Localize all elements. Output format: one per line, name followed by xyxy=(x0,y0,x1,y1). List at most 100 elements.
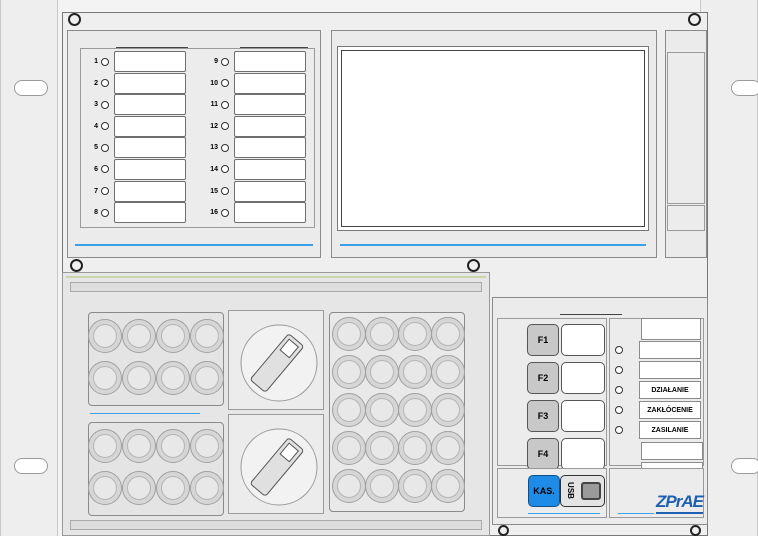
led-number: 16 xyxy=(210,209,218,217)
screw-icon xyxy=(467,259,480,272)
mounting-slot xyxy=(14,80,48,96)
led-icon xyxy=(101,100,109,109)
led-icon xyxy=(101,79,109,88)
rotary-switch-icon xyxy=(240,324,318,402)
led-label-strip xyxy=(114,72,186,94)
top-rail xyxy=(70,282,482,292)
led-number: 1 xyxy=(94,58,98,65)
led-icon xyxy=(101,208,109,217)
led-icon xyxy=(221,143,229,152)
led-number: 9 xyxy=(214,58,218,65)
status-label: ZASILANIE xyxy=(639,421,701,439)
led-label-strip xyxy=(114,51,186,72)
led-number: 3 xyxy=(94,101,98,109)
led-number: 2 xyxy=(94,79,98,87)
status-led-icon xyxy=(615,426,623,434)
side-panel-window xyxy=(667,52,705,204)
led-row: 6 xyxy=(84,158,188,180)
status-label: DZIAŁANIE xyxy=(639,381,701,399)
function-keys: F1 F2 F3 F4 xyxy=(527,324,607,476)
mounting-slot xyxy=(14,458,48,474)
function-key-label-strip xyxy=(561,324,605,356)
led-icon xyxy=(221,57,229,66)
divider xyxy=(66,276,486,278)
divider xyxy=(240,47,308,48)
screw-icon xyxy=(498,525,509,536)
led-number: 12 xyxy=(210,122,218,130)
led-row: 3 xyxy=(84,94,188,116)
led-label-strip xyxy=(234,72,306,94)
status-led-zasilanie: ZASILANIE xyxy=(609,420,704,440)
function-key-row: F3 xyxy=(527,400,607,432)
led-icon xyxy=(101,57,109,66)
led-number: 4 xyxy=(94,122,98,130)
usb-icon xyxy=(581,482,601,500)
led-label-strip xyxy=(114,137,186,159)
led-row: 9 xyxy=(204,51,310,72)
status-led-icon xyxy=(615,386,623,394)
divider xyxy=(90,413,200,414)
led-label-strip xyxy=(234,202,306,224)
screw-icon xyxy=(68,13,81,26)
rotary-switch[interactable] xyxy=(228,414,324,514)
function-key-f1[interactable]: F1 xyxy=(527,324,559,356)
divider xyxy=(560,314,622,315)
brand-logo: ZPrAE xyxy=(656,492,704,514)
led-row: 7 xyxy=(84,180,188,202)
led-number: 10 xyxy=(210,79,218,87)
status-leds: DZIAŁANIE ZAKŁÓCENIE ZASILANIE xyxy=(609,318,704,480)
usb-port[interactable]: USB xyxy=(560,475,605,507)
led-number: 14 xyxy=(210,165,218,173)
function-key-f3[interactable]: F3 xyxy=(527,400,559,432)
gland-block xyxy=(329,312,465,512)
led-number: 8 xyxy=(94,209,98,217)
led-row: 13 xyxy=(204,137,310,159)
led-label-strip xyxy=(114,94,186,116)
accent-line xyxy=(618,513,654,514)
led-label-strip xyxy=(234,180,306,202)
led-column-right: 9 10 11 12 13 14 15 16 xyxy=(204,51,310,225)
led-row: 11 xyxy=(204,94,310,116)
function-key-row: F1 xyxy=(527,324,607,356)
label-strip xyxy=(641,442,703,460)
accent-line xyxy=(340,244,646,246)
function-key-row: F2 xyxy=(527,362,607,394)
status-led-row xyxy=(609,360,704,380)
bottom-rail xyxy=(70,520,482,530)
usb-label: USB xyxy=(565,482,575,499)
led-number: 6 xyxy=(94,165,98,173)
gland-block xyxy=(88,312,224,406)
led-label-strip xyxy=(234,94,306,116)
gland-block xyxy=(88,422,224,516)
status-led-row xyxy=(609,340,704,360)
led-row: 12 xyxy=(204,115,310,137)
screw-icon xyxy=(688,13,701,26)
status-label: ZAKŁÓCENIE xyxy=(639,401,701,419)
screw-icon xyxy=(690,525,701,536)
function-key-f2[interactable]: F2 xyxy=(527,362,559,394)
side-panel-window xyxy=(667,205,705,231)
led-number: 13 xyxy=(210,144,218,152)
led-row: 1 xyxy=(84,51,188,72)
led-label-strip xyxy=(114,202,186,224)
reset-button[interactable]: KAS. xyxy=(528,475,560,507)
status-led-icon xyxy=(615,346,623,354)
function-key-row: F4 xyxy=(527,438,607,470)
led-number: 5 xyxy=(94,144,98,152)
led-label-strip xyxy=(234,115,306,137)
led-icon xyxy=(101,143,109,152)
status-led-icon xyxy=(615,366,623,374)
led-icon xyxy=(101,122,109,131)
mounting-slot xyxy=(731,458,758,474)
function-key-label-strip xyxy=(561,362,605,394)
led-label-strip xyxy=(234,137,306,159)
function-key-f4[interactable]: F4 xyxy=(527,438,559,470)
led-label-strip xyxy=(234,51,306,72)
led-row: 8 xyxy=(84,202,188,224)
rotary-switch-icon xyxy=(240,428,318,506)
led-number: 15 xyxy=(210,187,218,195)
lcd-screen xyxy=(341,50,645,227)
status-led-zaklocenie: ZAKŁÓCENIE xyxy=(609,400,704,420)
led-label-strip xyxy=(114,180,186,202)
rotary-switch[interactable] xyxy=(228,310,324,410)
